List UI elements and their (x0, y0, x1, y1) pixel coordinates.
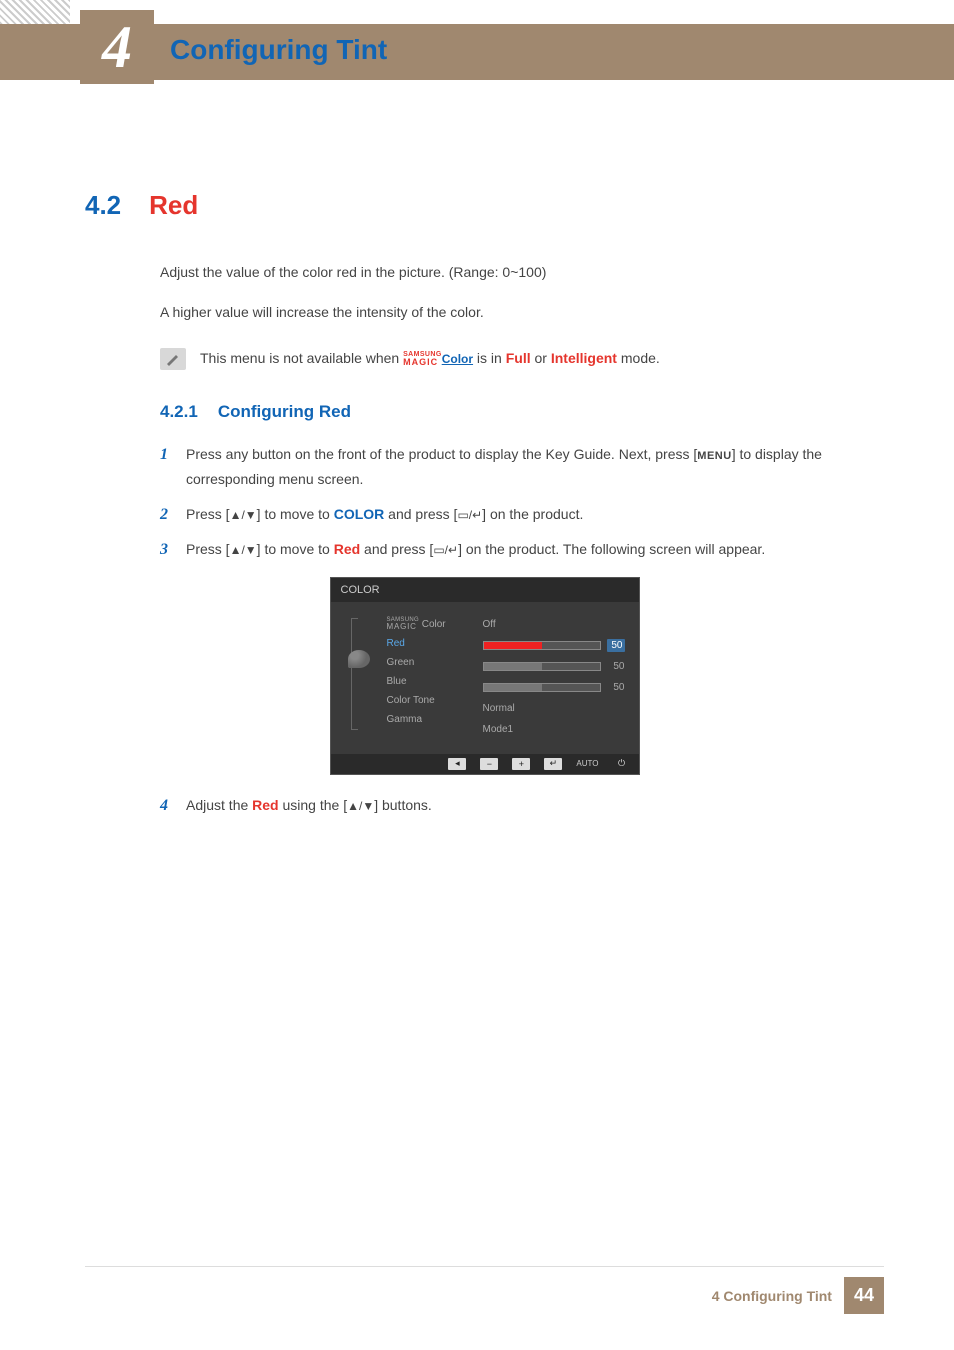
note-block: This menu is not available when SAMSUNGM… (160, 348, 884, 370)
step2-c: and press [ (384, 506, 457, 522)
step-text-3: Press [▲/▼] to move to Red and press [▭/… (186, 537, 765, 562)
osd-footer: ◂ − + ↵ AUTO ⏻ (331, 754, 639, 774)
osd-back-icon: ◂ (448, 758, 466, 770)
osd-body: SAMSUNGMAGIC Color Red Green Blue Color … (331, 602, 639, 754)
step-number-3: 3 (160, 541, 174, 559)
osd-icon-column (345, 618, 373, 736)
footer-page-number: 44 (844, 1277, 884, 1314)
step3-b: ] to move to (257, 541, 334, 557)
section-heading: 4.2 Red (85, 190, 884, 221)
note-text: This menu is not available when SAMSUNGM… (200, 350, 660, 367)
osd-val-red: 50 (483, 639, 625, 652)
palette-icon (348, 650, 370, 668)
note-suffix: mode. (617, 350, 660, 366)
slider-blue-value: 50 (607, 682, 625, 693)
section-number: 4.2 (85, 190, 121, 221)
step-1: 1 Press any button on the front of the p… (160, 442, 884, 492)
note-prefix: This menu is not available when (200, 350, 403, 366)
osd-val-magic: Off (483, 618, 625, 631)
subsection-number: 4.2.1 (160, 402, 198, 422)
up-down-icon: ▲/▼ (230, 543, 257, 557)
step4-c: ] buttons. (374, 797, 432, 813)
content-area: 4.2 Red Adjust the value of the color re… (85, 190, 884, 828)
step3-a: Press [ (186, 541, 230, 557)
step-number-2: 2 (160, 506, 174, 524)
enter-icon: ▭/↵ (433, 543, 458, 557)
step-text-2: Press [▲/▼] to move to COLOR and press [… (186, 502, 583, 527)
step-4: 4 Adjust the Red using the [▲/▼] buttons… (160, 793, 884, 818)
note-icon (160, 348, 186, 370)
osd-magic-word: Color (419, 618, 446, 629)
menu-button-label: MENU (697, 450, 731, 462)
brand-magic: MAGIC (403, 358, 442, 367)
osd-item-red: Red (387, 638, 469, 649)
osd-item-tone: Color Tone (387, 695, 469, 706)
osd-title: COLOR (331, 578, 639, 602)
slider-green-value: 50 (607, 661, 625, 672)
osd-item-gamma: Gamma (387, 714, 469, 725)
corner-hatch (0, 0, 70, 24)
step2-b: ] to move to (257, 506, 334, 522)
step-number-1: 1 (160, 446, 174, 464)
up-down-icon: ▲/▼ (230, 508, 257, 522)
page-footer: 4 Configuring Tint 44 (85, 1266, 884, 1314)
intro-paragraph-2: A higher value will increase the intensi… (160, 301, 884, 323)
keyword-red: Red (334, 541, 360, 557)
osd-labels: SAMSUNGMAGIC Color Red Green Blue Color … (387, 618, 469, 736)
brand-color: Color (442, 352, 473, 366)
chapter-number: 4 (102, 13, 132, 82)
step4-a: Adjust the (186, 797, 252, 813)
subsection-title: Configuring Red (218, 402, 351, 422)
mode-full: Full (506, 350, 531, 366)
keyword-red-2: Red (252, 797, 278, 813)
osd-values: Off 50 50 50 Normal Mode1 (483, 618, 625, 736)
osd-item-blue: Blue (387, 676, 469, 687)
section-title: Red (149, 190, 198, 221)
osd-auto-label: AUTO (576, 759, 598, 768)
slider-red (483, 641, 601, 650)
osd-val-blue: 50 (483, 681, 625, 694)
slider-green (483, 662, 601, 671)
step-2: 2 Press [▲/▼] to move to COLOR and press… (160, 502, 884, 527)
keyword-color: COLOR (334, 506, 385, 522)
intro-paragraph-1: Adjust the value of the color red in the… (160, 261, 884, 283)
note-or: or (531, 350, 551, 366)
osd-magic-bot: MAGIC (387, 623, 419, 630)
osd-val-green: 50 (483, 660, 625, 673)
chapter-number-box: 4 (80, 10, 154, 84)
up-down-icon: ▲/▼ (347, 799, 374, 813)
step4-b: using the [ (279, 797, 348, 813)
osd-minus-icon: − (480, 758, 498, 770)
mode-intelligent: Intelligent (551, 350, 617, 366)
note-mid: is in (473, 350, 506, 366)
step3-d: ] on the product. The following screen w… (458, 541, 765, 557)
step1-text-a: Press any button on the front of the pro… (186, 446, 697, 462)
osd-enter-icon: ↵ (544, 758, 562, 770)
osd-val-tone: Normal (483, 702, 625, 715)
step2-d: ] on the product. (482, 506, 583, 522)
osd-plus-icon: + (512, 758, 530, 770)
osd-screenshot: COLOR SAMSUNGMAGIC Color Red Green Blue … (330, 577, 640, 775)
step-number-4: 4 (160, 797, 174, 815)
enter-icon: ▭/↵ (457, 508, 482, 522)
chapter-title: Configuring Tint (170, 34, 387, 66)
subsection-heading: 4.2.1 Configuring Red (160, 402, 884, 422)
step-text-1: Press any button on the front of the pro… (186, 442, 884, 492)
osd-item-green: Green (387, 657, 469, 668)
footer-chapter-text: 4 Configuring Tint (712, 1288, 832, 1304)
osd-item-magic: SAMSUNGMAGIC Color (387, 618, 469, 631)
step2-a: Press [ (186, 506, 230, 522)
slider-blue (483, 683, 601, 692)
osd-power-icon: ⏻ (613, 758, 631, 770)
document-page: 4 Configuring Tint 4.2 Red Adjust the va… (0, 0, 954, 1350)
step3-c: and press [ (360, 541, 433, 557)
osd-val-gamma: Mode1 (483, 723, 625, 736)
step-3: 3 Press [▲/▼] to move to Red and press [… (160, 537, 884, 562)
step-text-4: Adjust the Red using the [▲/▼] buttons. (186, 793, 432, 818)
slider-red-value: 50 (607, 639, 625, 652)
